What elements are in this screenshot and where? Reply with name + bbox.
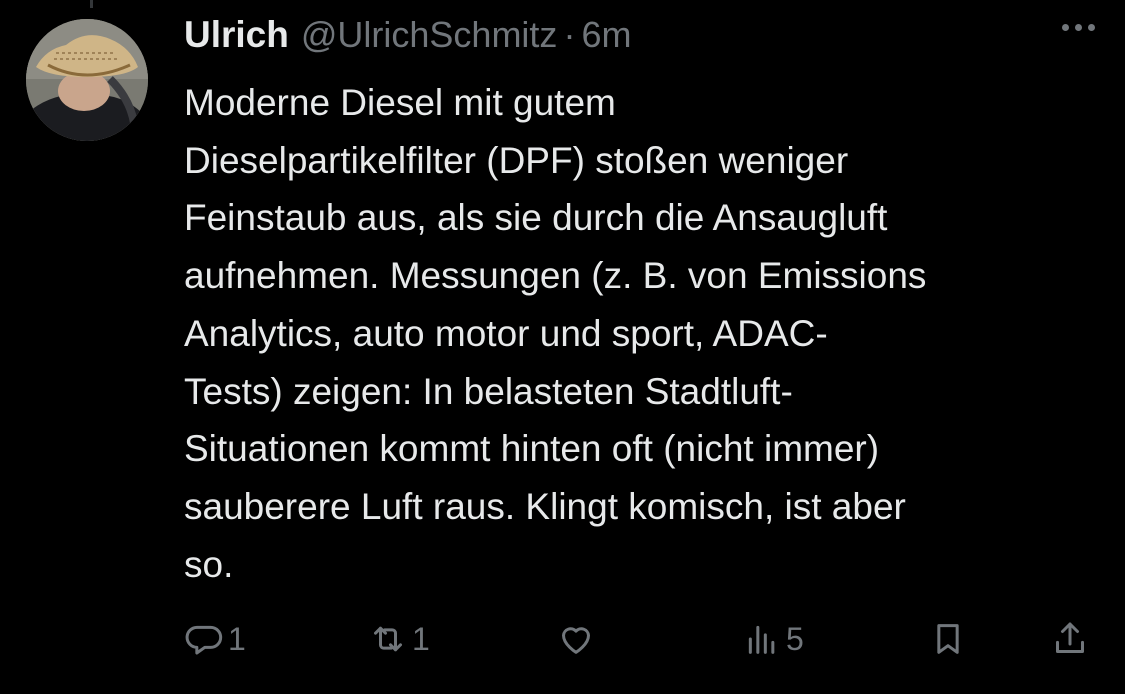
reply-icon	[185, 625, 223, 655]
retweet-icon	[374, 626, 402, 652]
separator-dot: ·	[563, 14, 576, 55]
reply-button[interactable]: 1	[184, 616, 246, 662]
retweet-button[interactable]: 1	[368, 616, 430, 662]
tweet-text-line: Feinstaub aus, als sie durch die Ansaugl…	[184, 197, 888, 239]
tweet-text-line: Dieselpartikelfilter (DPF) stoßen wenige…	[184, 139, 849, 181]
more-horizontal-icon	[1075, 24, 1082, 31]
avatar-image	[26, 19, 148, 141]
tweet-text-line: Tests) zeigen: In belasteten Stadtluft-	[184, 370, 793, 412]
avatar[interactable]	[26, 19, 148, 141]
bookmark-button[interactable]	[928, 616, 968, 662]
more-horizontal-icon	[1088, 24, 1095, 31]
tweet-text: Moderne Diesel mit gutem Dieselpartikelfi…	[184, 74, 1084, 593]
views-button[interactable]: 5	[742, 616, 804, 662]
thread-line	[90, 0, 93, 8]
like-button[interactable]	[556, 616, 600, 662]
tweet-actions: 1 1 5	[184, 616, 1104, 662]
tweet-text-line: aufnehmen. Messungen (z. B. von Emission…	[184, 255, 927, 297]
tweet: Ulrich @UlrichSchmitz · 6m Moderne Diese…	[184, 14, 1095, 593]
heart-icon	[562, 627, 590, 654]
timestamp[interactable]: 6m	[581, 14, 631, 56]
tweet-text-line: Analytics, auto motor und sport, ADAC-	[184, 312, 828, 354]
more-options-button[interactable]	[1062, 24, 1095, 31]
tweet-header: Ulrich @UlrichSchmitz · 6m	[184, 14, 1095, 66]
reply-count: 1	[228, 620, 246, 657]
author-name[interactable]: Ulrich	[184, 14, 289, 56]
more-horizontal-icon	[1062, 24, 1069, 31]
retweet-count: 1	[412, 620, 430, 657]
views-icon	[748, 625, 775, 654]
views-count: 5	[786, 620, 804, 657]
author-handle[interactable]: @UlrichSchmitz	[301, 14, 558, 56]
share-icon	[1056, 622, 1084, 653]
bookmark-icon	[937, 624, 959, 654]
tweet-text-line: sauberere Luft raus. Klingt komisch, ist…	[184, 485, 906, 527]
tweet-text-line: Situationen kommt hinten oft (nicht imme…	[184, 428, 880, 470]
share-button[interactable]	[1050, 616, 1090, 662]
tweet-text-line: Moderne Diesel mit gutem	[184, 82, 616, 123]
tweet-text-line: so.	[184, 543, 234, 585]
